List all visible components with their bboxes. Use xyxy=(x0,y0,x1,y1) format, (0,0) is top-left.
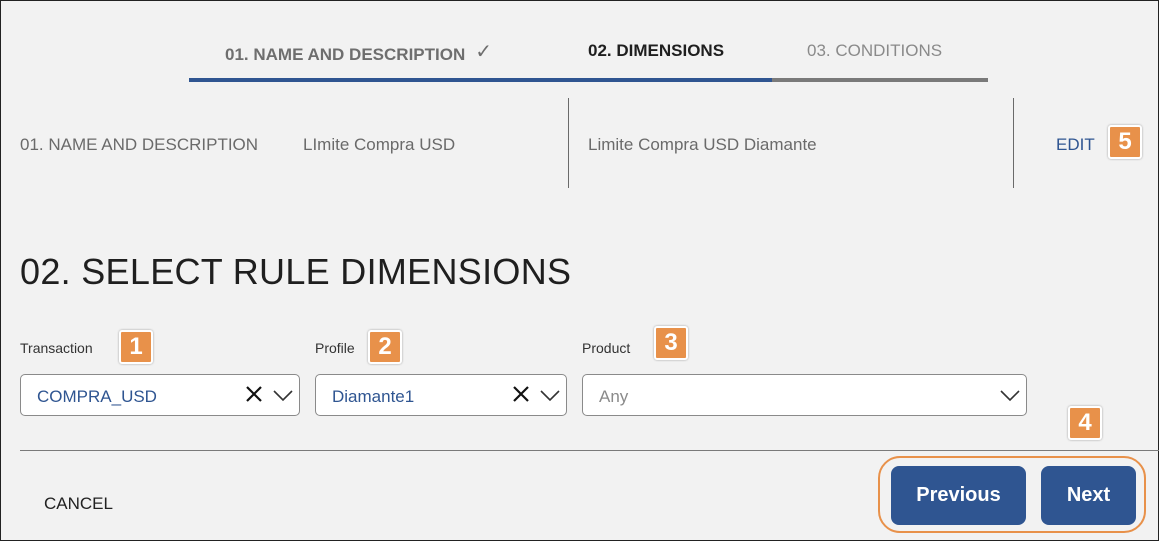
profile-label: Profile xyxy=(315,340,355,356)
step-conditions[interactable]: 03. CONDITIONS xyxy=(807,41,942,61)
summary-divider xyxy=(568,98,569,188)
callout-badge-4: 4 xyxy=(1068,406,1102,440)
stepper-progress-bar xyxy=(189,78,988,82)
stepper-progress-fill xyxy=(189,78,773,82)
product-placeholder: Any xyxy=(599,387,629,406)
callout-badge-3: 3 xyxy=(654,326,688,360)
chevron-down-icon[interactable] xyxy=(999,384,1021,406)
cancel-button[interactable]: CANCEL xyxy=(44,494,113,514)
step-label: 01. NAME AND DESCRIPTION xyxy=(225,45,466,64)
previous-button[interactable]: Previous xyxy=(891,466,1026,525)
transaction-value: COMPRA_USD xyxy=(37,387,157,406)
step-label: 03. CONDITIONS xyxy=(807,41,943,60)
check-icon: ✓ xyxy=(475,41,492,63)
chevron-down-icon[interactable] xyxy=(539,384,561,406)
callout-badge-5: 5 xyxy=(1108,125,1142,159)
callout-badge-1: 1 xyxy=(119,330,153,364)
summary-step-label: 01. NAME AND DESCRIPTION xyxy=(20,135,259,154)
step-name-and-description[interactable]: 01. NAME AND DESCRIPTION ✓ xyxy=(225,41,492,66)
step-label: 02. DIMENSIONS xyxy=(588,41,725,60)
product-select[interactable]: Any xyxy=(582,374,1027,416)
footer-divider xyxy=(20,450,1159,451)
summary-rule-description: Limite Compra USD Diamante xyxy=(588,135,817,154)
next-button[interactable]: Next xyxy=(1041,466,1136,525)
section-title: 02. SELECT RULE DIMENSIONS xyxy=(20,251,572,292)
transaction-label: Transaction xyxy=(20,340,93,356)
summary-divider xyxy=(1013,98,1014,188)
profile-value: Diamante1 xyxy=(332,387,415,406)
transaction-select[interactable]: COMPRA_USD xyxy=(20,374,300,416)
callout-badge-2: 2 xyxy=(368,330,402,364)
summary-rule-name: LImite Compra USD xyxy=(303,135,456,154)
edit-link[interactable]: EDIT xyxy=(1056,135,1095,155)
clear-icon[interactable] xyxy=(510,383,532,405)
step-dimensions[interactable]: 02. DIMENSIONS xyxy=(588,41,724,61)
clear-icon[interactable] xyxy=(243,383,265,405)
profile-select[interactable]: Diamante1 xyxy=(315,374,567,416)
chevron-down-icon[interactable] xyxy=(272,384,294,406)
product-label: Product xyxy=(582,340,631,356)
